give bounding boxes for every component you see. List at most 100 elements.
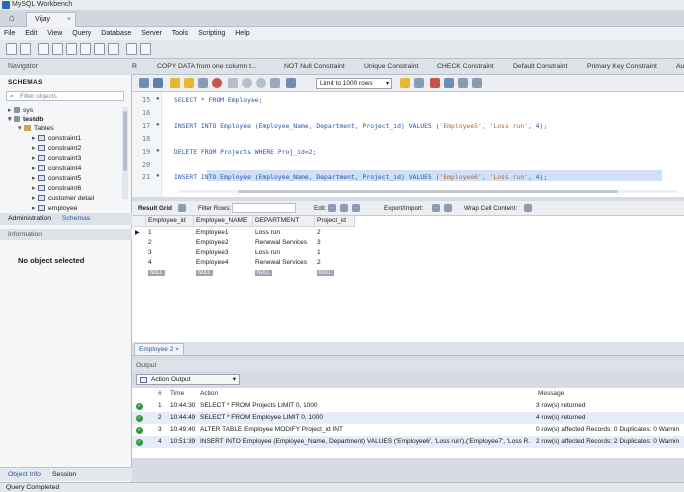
inspector-icon[interactable] bbox=[38, 43, 49, 55]
create-view-icon[interactable] bbox=[80, 43, 91, 55]
column-header[interactable]: DEPARTMENT bbox=[253, 216, 315, 227]
limit-rows-select[interactable]: Limit to 1000 rows ▾ bbox=[316, 78, 392, 89]
search-icon[interactable] bbox=[444, 78, 454, 88]
execute-icon[interactable] bbox=[170, 78, 180, 88]
grid-cell[interactable]: Loss run bbox=[255, 228, 280, 238]
output-row[interactable]: ✓ 4 10:51:39 INSERT INTO Employee (Emplo… bbox=[132, 436, 684, 448]
result-grid-tab[interactable]: Result Grid bbox=[138, 201, 172, 216]
grid-cell[interactable]: Loss run bbox=[255, 248, 280, 258]
scrollbar-thumb[interactable] bbox=[238, 190, 618, 193]
query-tab[interactable]: CHECK Constraint bbox=[437, 59, 494, 74]
null-cell[interactable]: NULL bbox=[196, 270, 213, 276]
tree-item-tables[interactable]: ▾ Tables bbox=[18, 124, 54, 133]
tree-item-table[interactable]: ▸ constraint6 bbox=[32, 184, 81, 193]
tree-item-table[interactable]: ▸ customer detail bbox=[32, 194, 94, 203]
close-icon[interactable]: × bbox=[67, 13, 71, 27]
rollback-icon[interactable] bbox=[256, 78, 266, 88]
connection-tab[interactable]: Vijay × bbox=[26, 12, 76, 27]
menu-query[interactable]: Query bbox=[68, 27, 95, 40]
output-row[interactable]: ✓ 1 10:44:30 SELECT * FROM Projects LIMI… bbox=[132, 400, 684, 412]
grid-cell[interactable]: Renewal Services bbox=[255, 238, 307, 248]
tab-schemas[interactable]: Schemas bbox=[62, 214, 90, 224]
export-icon[interactable] bbox=[432, 204, 440, 212]
result-tab[interactable]: Employee 2 × bbox=[134, 343, 184, 355]
grid-cell[interactable]: 2 bbox=[317, 228, 321, 238]
open-file-icon[interactable] bbox=[139, 78, 149, 88]
stop-icon[interactable] bbox=[212, 78, 222, 88]
tab-administration[interactable]: Administration bbox=[8, 214, 51, 224]
grid-cell[interactable]: 3 bbox=[317, 238, 321, 248]
refresh-icon[interactable] bbox=[286, 78, 296, 88]
wrap-lines-icon[interactable] bbox=[472, 78, 482, 88]
menu-file[interactable]: File bbox=[0, 27, 19, 40]
find-icon[interactable] bbox=[414, 78, 424, 88]
beautify-icon[interactable] bbox=[430, 78, 440, 88]
grid-cell[interactable]: 4 bbox=[148, 258, 152, 268]
insert-row-icon[interactable] bbox=[340, 204, 348, 212]
tree-item-table[interactable]: ▸ constraint2 bbox=[32, 144, 81, 153]
tree-item-table[interactable]: ▸ constraint4 bbox=[32, 164, 81, 173]
grid-icon[interactable] bbox=[178, 204, 186, 212]
query-tab[interactable]: R bbox=[132, 59, 137, 74]
grid-cell[interactable]: Employee4 bbox=[196, 258, 229, 268]
menu-scripting[interactable]: Scripting bbox=[194, 27, 229, 40]
grid-cell[interactable]: 3 bbox=[148, 248, 152, 258]
search-table-data-icon[interactable] bbox=[126, 43, 137, 55]
grid-cell[interactable]: 1 bbox=[148, 228, 152, 238]
create-table-icon[interactable] bbox=[66, 43, 77, 55]
delete-row-icon[interactable] bbox=[352, 204, 360, 212]
column-header[interactable]: Employee_id bbox=[146, 216, 194, 227]
new-sql-tab-icon[interactable] bbox=[6, 43, 17, 55]
invisible-chars-icon[interactable] bbox=[458, 78, 468, 88]
tree-item-table[interactable]: ▸ employee bbox=[32, 204, 77, 213]
null-cell[interactable]: NULL bbox=[255, 270, 272, 276]
wrap-cell-icon[interactable] bbox=[524, 204, 532, 212]
grid-cell[interactable]: 1 bbox=[317, 248, 321, 258]
toggle-error-icon[interactable] bbox=[228, 78, 238, 88]
tab-session[interactable]: Session bbox=[52, 470, 76, 480]
reconnect-icon[interactable] bbox=[140, 43, 151, 55]
commit-icon[interactable] bbox=[242, 78, 252, 88]
tree-item-table[interactable]: ▸ constraint5 bbox=[32, 174, 81, 183]
navigator-scrollbar[interactable] bbox=[122, 107, 128, 199]
menu-database[interactable]: Database bbox=[97, 27, 135, 40]
open-sql-file-icon[interactable] bbox=[20, 43, 31, 55]
output-row[interactable]: ✓ 2 10:44:49 SELECT * FROM Employee LIMI… bbox=[132, 412, 684, 424]
explain-icon[interactable] bbox=[198, 78, 208, 88]
edit-row-icon[interactable] bbox=[328, 204, 336, 212]
result-grid[interactable]: Employee_id Employee_NAME DEPARTMENT Pro… bbox=[132, 216, 684, 342]
import-icon[interactable] bbox=[444, 204, 452, 212]
grid-cell[interactable]: Renewal Services bbox=[255, 258, 307, 268]
save-icon[interactable] bbox=[153, 78, 163, 88]
grid-cell[interactable]: Employee2 bbox=[196, 238, 229, 248]
scrollbar-thumb[interactable] bbox=[123, 111, 127, 171]
null-cell[interactable]: NULL bbox=[317, 270, 334, 276]
menu-server[interactable]: Server bbox=[137, 27, 166, 40]
home-icon[interactable]: ⌂ bbox=[4, 12, 20, 26]
autocommit-icon[interactable] bbox=[270, 78, 280, 88]
query-tab[interactable]: Unique Constraint bbox=[364, 59, 418, 74]
query-tab[interactable]: COPY DATA from one column t... bbox=[157, 59, 257, 74]
column-header[interactable]: Employee_NAME bbox=[194, 216, 253, 227]
execute-current-icon[interactable] bbox=[184, 78, 194, 88]
tab-object-info[interactable]: Object Info bbox=[8, 470, 41, 480]
tree-item-sys[interactable]: ▸ sys bbox=[8, 106, 33, 115]
create-schema-icon[interactable] bbox=[52, 43, 63, 55]
null-cell[interactable]: NULL bbox=[148, 270, 165, 276]
query-tab[interactable]: Au bbox=[676, 59, 684, 74]
grid-cell[interactable]: 2 bbox=[148, 238, 152, 248]
query-tab[interactable]: NOT Null Constraint bbox=[284, 59, 345, 74]
menu-help[interactable]: Help bbox=[231, 27, 253, 40]
query-tab[interactable]: Primary Key Constraint bbox=[587, 59, 657, 74]
query-tab[interactable]: Default Constraint bbox=[513, 59, 567, 74]
column-header[interactable]: Project_id bbox=[315, 216, 355, 227]
close-icon[interactable]: × bbox=[175, 346, 179, 353]
tree-item-table[interactable]: ▸ constraint1 bbox=[32, 134, 81, 143]
menu-view[interactable]: View bbox=[43, 27, 66, 40]
grid-cell[interactable]: Employee3 bbox=[196, 248, 229, 258]
tree-item-table[interactable]: ▸ constraint3 bbox=[32, 154, 81, 163]
tree-item-testdb[interactable]: ▾ testdb bbox=[8, 115, 43, 124]
editor-horizontal-scrollbar[interactable] bbox=[178, 190, 678, 193]
sql-editor[interactable]: 15 ● SELECT * FROM Employee; 16 17 ● INS… bbox=[132, 92, 684, 197]
output-row[interactable]: ✓ 3 10:49:40 ALTER TABLE Employee MODIFY… bbox=[132, 424, 684, 436]
